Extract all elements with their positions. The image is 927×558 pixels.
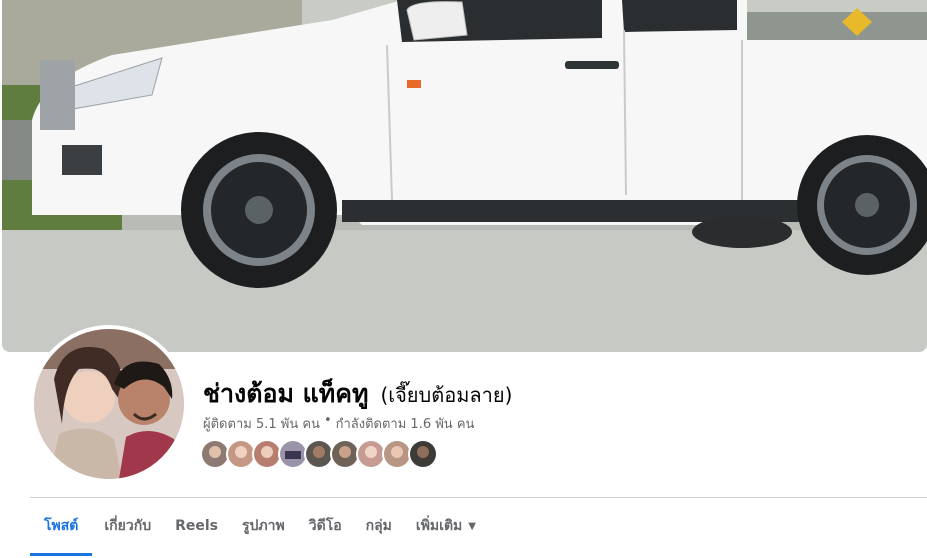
- tab-label: เกี่ยวกับ: [104, 518, 152, 534]
- tab-groups[interactable]: กลุ่ม: [354, 498, 404, 554]
- tab-posts[interactable]: โพสต์: [30, 498, 93, 556]
- tab-label: รูปภาพ: [242, 518, 285, 534]
- caret-down-icon: ▼: [468, 520, 476, 532]
- tab-about[interactable]: เกี่ยวกับ: [92, 498, 163, 554]
- stats-separator: •: [323, 413, 332, 428]
- profile-alternate-name: (เจี๊ยบต้อมลาย): [380, 383, 513, 407]
- cover-photo[interactable]: [2, 0, 927, 352]
- tab-label: เพิ่มเติม: [415, 518, 463, 534]
- tab-label: กลุ่ม: [365, 518, 392, 534]
- friend-avatar[interactable]: [408, 439, 438, 469]
- profile-avatar[interactable]: [34, 329, 184, 479]
- tab-more[interactable]: เพิ่มเติม ▼: [404, 498, 488, 554]
- profile-tabs: โพสต์ เกี่ยวกับ Reels รูปภาพ วิดีโอ กลุ่…: [30, 498, 488, 558]
- tab-videos[interactable]: วิดีโอ: [297, 498, 354, 554]
- following-count[interactable]: กำลังติดตาม 1.6 พัน คน: [336, 413, 475, 434]
- tab-label: Reels: [175, 518, 218, 534]
- friends-preview: [200, 439, 438, 469]
- truck-photo: [2, 0, 927, 352]
- tab-reels[interactable]: Reels: [163, 498, 230, 554]
- tab-label: วิดีโอ: [308, 518, 342, 534]
- tab-label: โพสต์: [44, 518, 79, 534]
- profile-name: ช่างต้อม แท็คทู: [203, 379, 369, 408]
- tab-photos[interactable]: รูปภาพ: [230, 498, 297, 554]
- followers-count[interactable]: ผู้ติดตาม 5.1 พัน คน: [203, 413, 320, 434]
- profile-photo: [34, 329, 184, 479]
